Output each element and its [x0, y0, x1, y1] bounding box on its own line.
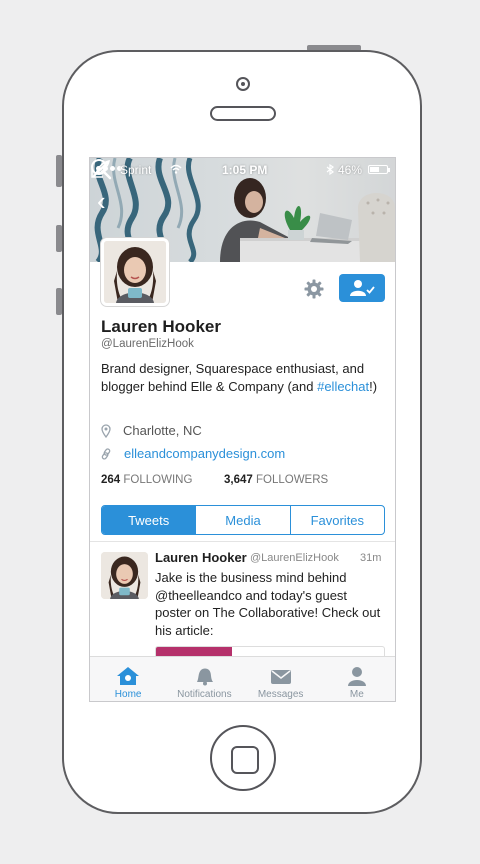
gear-icon[interactable] — [304, 279, 324, 299]
tweet-avatar[interactable] — [101, 552, 148, 599]
tab-bar-notifications-label: Notifications — [177, 689, 232, 700]
tab-bar-me[interactable]: Me — [319, 657, 395, 701]
tweet-author-name[interactable]: Lauren Hooker — [155, 550, 247, 565]
front-camera — [236, 77, 250, 91]
website-row: elleandcompanydesign.com — [101, 446, 285, 461]
followers-count: 3,647 — [224, 474, 253, 486]
following-stat[interactable]: 264 FOLLOWING — [101, 474, 192, 486]
link-icon — [101, 447, 111, 460]
profile-bio: Brand designer, Squarespace enthusiast, … — [101, 360, 389, 396]
wifi-icon — [170, 164, 182, 174]
following-count: 264 — [101, 474, 121, 486]
tab-media[interactable]: Media — [195, 506, 289, 534]
bottom-tab-bar: Home Notifications Messages Me — [90, 656, 395, 701]
home-button — [210, 725, 276, 791]
tab-favorites[interactable]: Favorites — [289, 506, 384, 534]
tab-bar-notifications[interactable]: Notifications — [166, 657, 242, 701]
bio-hashtag-link[interactable]: #ellechat — [317, 379, 369, 394]
profile-tabs: Tweets Media Favorites — [101, 505, 385, 535]
following-label: FOLLOWING — [123, 474, 193, 486]
chevron-left-icon[interactable]: ‹ — [97, 188, 106, 214]
bluetooth-icon — [326, 164, 334, 175]
tab-bar-messages[interactable]: Messages — [243, 657, 319, 701]
tab-bar-me-label: Me — [349, 689, 364, 700]
tab-tweets[interactable]: Tweets — [102, 506, 196, 534]
tab-bar-home[interactable]: Home — [90, 657, 166, 701]
status-bar: Sprint 1:05 PM 46% — [90, 158, 395, 180]
bio-text-end: !) — [369, 379, 378, 394]
follow-stats: 264 FOLLOWING 3,647 FOLLOWERS — [101, 474, 328, 486]
followers-stat[interactable]: 3,647 FOLLOWERS — [224, 474, 328, 486]
carrier-label: Sprint — [120, 163, 152, 177]
tweet-timestamp: 31m — [360, 552, 382, 564]
tweet-author-handle: @LaurenElizHook — [250, 552, 339, 564]
status-time: 1:05 PM — [222, 163, 268, 177]
location-pin-icon — [101, 423, 111, 438]
tweet-text: Jake is the business mind behind @theell… — [155, 570, 381, 638]
profile-handle: @LaurenElizHook — [101, 338, 194, 350]
tab-bar-messages-label: Messages — [257, 689, 304, 700]
app-screen: Sprint 1:05 PM 46% ‹ Lauren Hooker @Laur… — [89, 157, 396, 702]
home-icon — [117, 667, 140, 685]
person-check-icon — [350, 280, 375, 296]
tab-bar-home-label: Home — [114, 689, 142, 700]
followers-label: FOLLOWERS — [255, 474, 329, 486]
following-button[interactable] — [339, 274, 385, 302]
location-text: Charlotte, NC — [123, 423, 202, 438]
battery-icon — [368, 165, 390, 174]
profile-avatar[interactable] — [101, 238, 169, 306]
profile-name: Lauren Hooker — [101, 317, 221, 336]
location-row: Charlotte, NC — [101, 423, 202, 438]
website-link[interactable]: elleandcompanydesign.com — [124, 446, 285, 461]
person-icon — [347, 667, 366, 686]
battery-percent: 46% — [338, 163, 363, 177]
earpiece-speaker — [210, 106, 276, 121]
bell-icon — [197, 668, 214, 686]
divider — [90, 541, 395, 542]
envelope-icon — [270, 670, 291, 684]
compose-feather-icon[interactable] — [90, 158, 112, 180]
